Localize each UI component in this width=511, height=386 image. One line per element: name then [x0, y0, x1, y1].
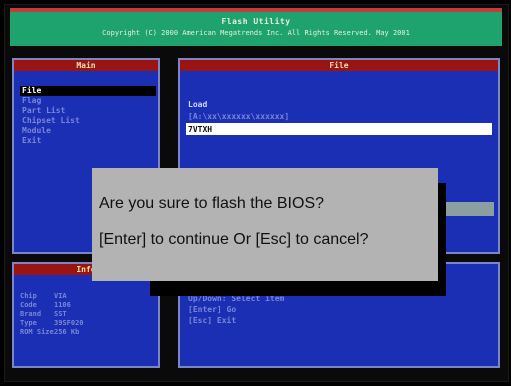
filename-input[interactable] [186, 123, 492, 135]
info-row: ROM Size256 Kb [20, 328, 80, 336]
help-list: Up/Down: Select item [Enter] Go [Esc] Ex… [188, 294, 284, 327]
header-title: Flash Utility [221, 17, 291, 26]
info-row: Type 39SF020 [20, 319, 84, 327]
dialog-instructions: [Enter] to continue Or [Esc] to cancel? [99, 231, 369, 248]
load-label: Load [188, 100, 208, 109]
help-row: [Enter] Go [188, 305, 237, 314]
info-list: Chip VIA Code 1106 Brand SST Type 39SF020 RO… [20, 292, 84, 337]
menu-item-flag[interactable]: Flag [20, 96, 156, 106]
load-path: [A:\xx\xxxxxx\xxxxxx] [188, 112, 290, 121]
info-row: Code 1106 [20, 301, 71, 309]
header-bar: Flash Utility Copyright (C) 2000 America… [10, 8, 502, 46]
dialog-question: Are you sure to flash the BIOS? [99, 195, 325, 212]
help-row: [Esc] Exit [188, 316, 237, 325]
confirm-flash-dialog[interactable]: Are you sure to flash the BIOS? [Enter] … [92, 168, 438, 281]
menu-item-chipset-list[interactable]: Chipset List [20, 116, 156, 126]
file-panel-title: File [180, 60, 498, 71]
menu-item-part-list[interactable]: Part List [20, 106, 156, 116]
info-row: Brand SST [20, 310, 67, 318]
menu-item-exit[interactable]: Exit [20, 136, 156, 146]
menu-item-module[interactable]: Module [20, 126, 156, 136]
header-copyright: Copyright (C) 2000 American Megatrends I… [102, 29, 410, 37]
main-menu: File Flag Part List Chipset List Module … [20, 86, 156, 146]
main-panel-title: Main [14, 60, 158, 71]
menu-item-file[interactable]: File [20, 86, 156, 96]
info-row: Chip VIA [20, 292, 67, 300]
